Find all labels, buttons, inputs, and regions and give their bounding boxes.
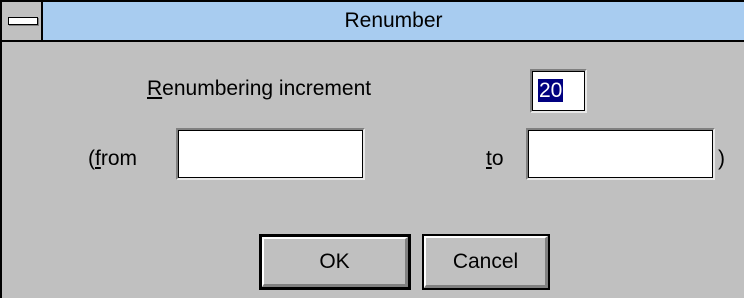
to-label-text: o: [491, 147, 504, 170]
increment-label-mnemonic: R: [147, 77, 163, 100]
to-label: to: [486, 145, 504, 173]
title-bar[interactable]: Renumber: [2, 2, 744, 42]
increment-label-text: enumbering increment: [162, 77, 372, 100]
close-paren: ): [718, 147, 725, 170]
from-open-paren: (: [88, 147, 95, 170]
ok-button-label: OK: [319, 249, 350, 273]
cancel-button[interactable]: Cancel: [422, 234, 550, 290]
system-menu-button[interactable]: [2, 2, 43, 40]
ok-button-face[interactable]: OK: [262, 237, 408, 287]
cancel-button-face[interactable]: Cancel: [424, 236, 548, 288]
ok-button[interactable]: OK: [259, 234, 411, 290]
window-title: Renumber: [344, 9, 443, 32]
increment-label: Renumbering increment: [147, 75, 371, 103]
from-input[interactable]: [176, 128, 365, 180]
cancel-button-label: Cancel: [452, 249, 519, 273]
increment-input[interactable]: 20: [530, 69, 587, 113]
increment-value: 20: [538, 79, 564, 102]
from-label: (from: [88, 145, 137, 173]
to-input[interactable]: [526, 128, 715, 180]
system-menu-icon: [8, 17, 38, 25]
renumber-dialog: Renumber Renumbering increment 20 (from …: [0, 0, 744, 298]
from-label-text: rom: [100, 147, 138, 170]
